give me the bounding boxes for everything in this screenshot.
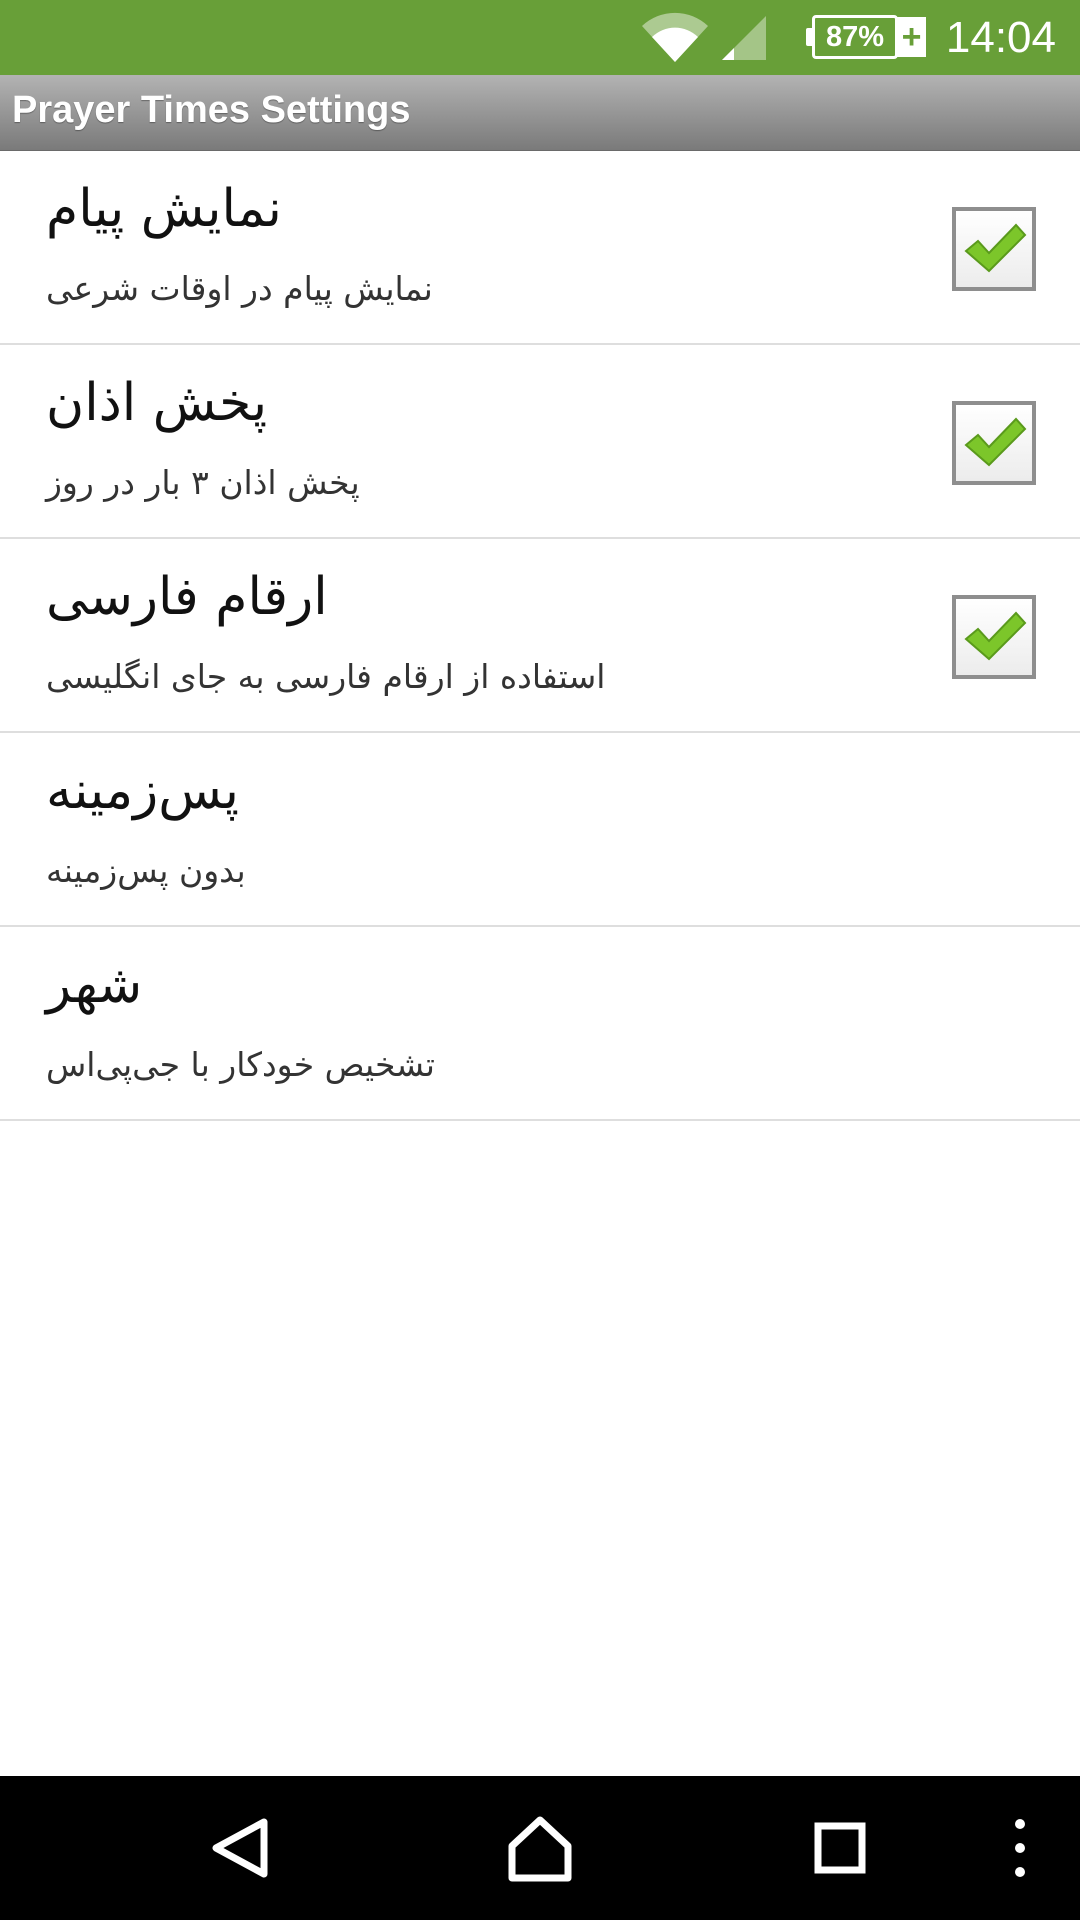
status-bar: 87% + 14:04 — [0, 0, 1080, 75]
setting-city[interactable]: شهر تشخیص خودکار با جی‌پی‌اس — [0, 927, 1080, 1121]
setting-title: شهر — [46, 955, 143, 1015]
clock: 14:04 — [945, 13, 1056, 62]
navigation-bar — [0, 1776, 1080, 1920]
overflow-menu-icon[interactable] — [1000, 1802, 1040, 1894]
setting-summary: تشخیص خودکار با جی‌پی‌اس — [46, 1045, 435, 1084]
setting-summary: پخش اذان ۳ بار در روز — [46, 463, 360, 502]
setting-show-message[interactable]: نمایش پیام نمایش پیام در اوقات شرعی — [0, 151, 1080, 345]
setting-title: نمایش پیام — [46, 179, 282, 239]
home-icon[interactable] — [490, 1802, 590, 1894]
screen: 87% + 14:04 Prayer Times Settings نمایش … — [0, 0, 1080, 1920]
title-bar: Prayer Times Settings — [0, 75, 1080, 151]
recent-apps-icon[interactable] — [790, 1802, 890, 1894]
setting-checkbox[interactable] — [952, 207, 1036, 291]
settings-list: نمایش پیام نمایش پیام در اوقات شرعی پخش … — [0, 151, 1080, 1121]
setting-summary: نمایش پیام در اوقات شرعی — [46, 269, 433, 308]
battery-icon: 87% — [812, 15, 898, 59]
checkmark-icon — [964, 611, 1027, 661]
battery-level: 87% — [825, 20, 885, 53]
charging-icon: + — [897, 17, 926, 57]
setting-summary: بدون پس‌زمینه — [46, 851, 246, 890]
checkmark-icon — [964, 417, 1027, 467]
setting-background[interactable]: پس‌زمینه بدون پس‌زمینه — [0, 733, 1080, 927]
setting-play-azan[interactable]: پخش اذان پخش اذان ۳ بار در روز — [0, 345, 1080, 539]
setting-title: پخش اذان — [46, 373, 268, 433]
setting-checkbox[interactable] — [952, 401, 1036, 485]
setting-persian-digits[interactable]: ارقام فارسی استفاده از ارقام فارسی به جا… — [0, 539, 1080, 733]
signal-icon — [722, 16, 766, 60]
setting-checkbox[interactable] — [952, 595, 1036, 679]
wifi-icon — [642, 12, 708, 62]
back-icon[interactable] — [192, 1802, 292, 1894]
checkmark-icon — [964, 223, 1027, 273]
setting-title: ارقام فارسی — [46, 567, 328, 627]
page-title: Prayer Times Settings — [12, 89, 411, 131]
setting-summary: استفاده از ارقام فارسی به جای انگلیسی — [46, 657, 606, 696]
setting-title: پس‌زمینه — [46, 761, 239, 821]
